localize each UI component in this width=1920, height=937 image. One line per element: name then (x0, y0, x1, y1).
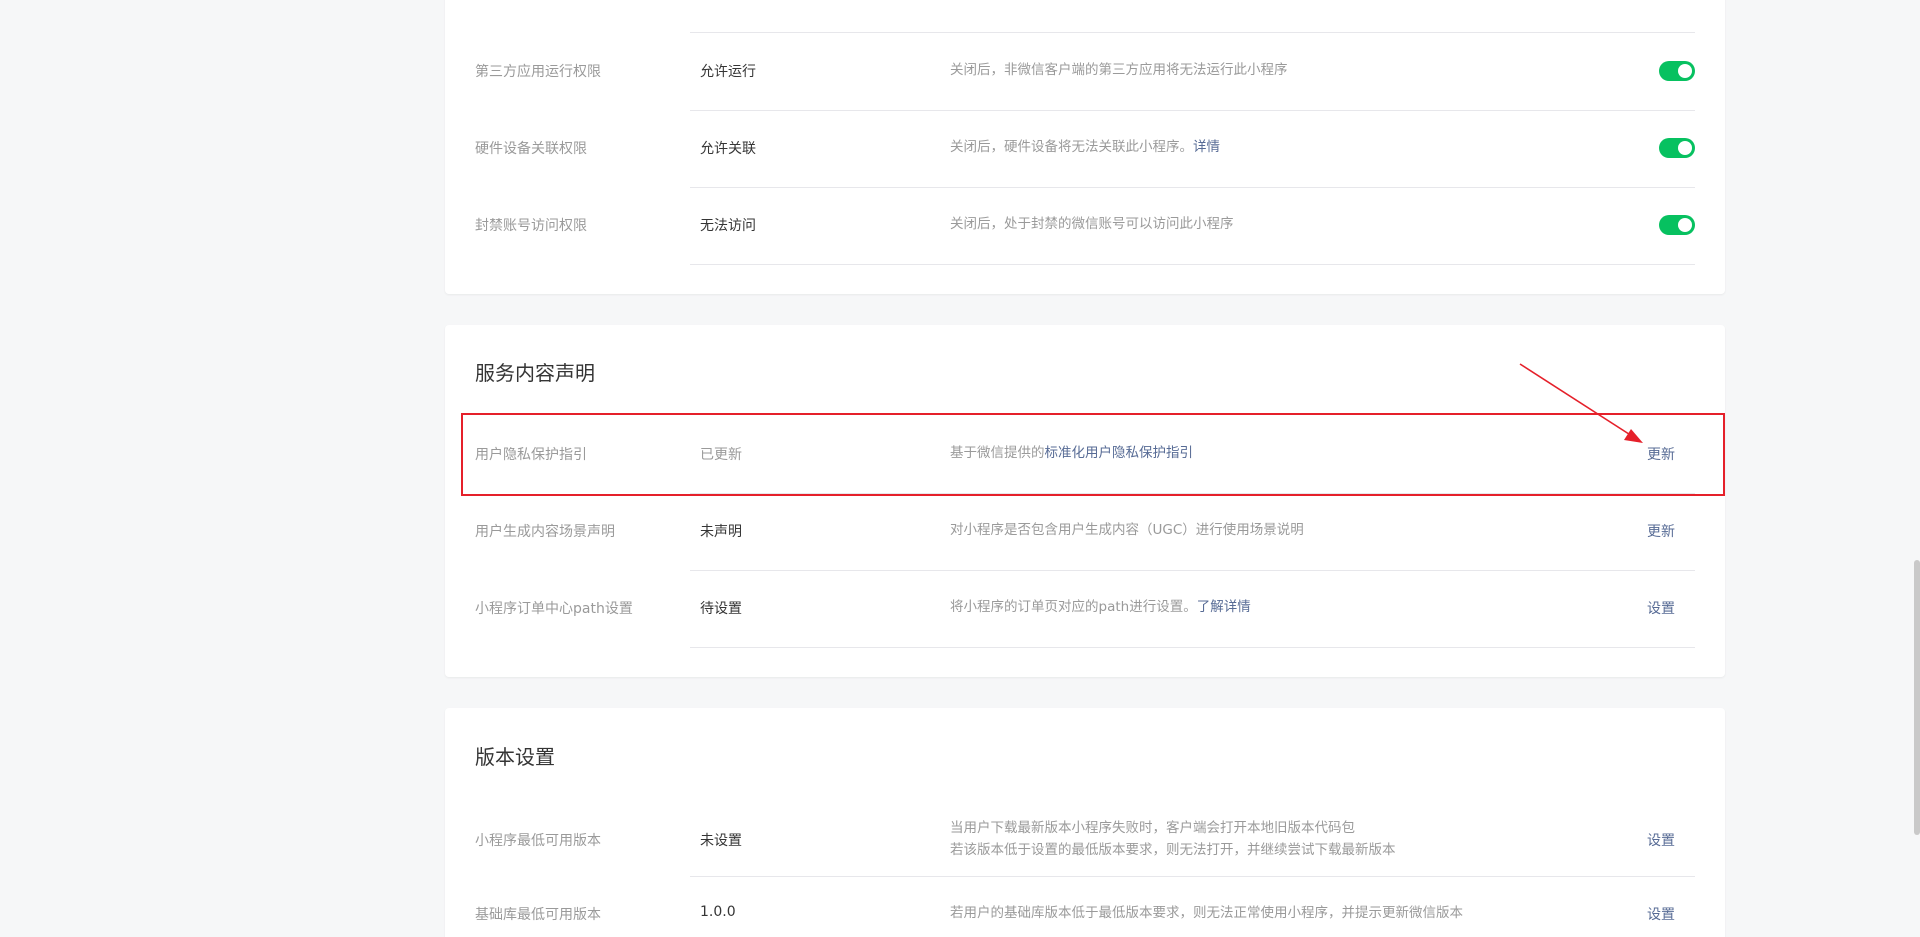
permission-row-third-party: 第三方应用运行权限 允许运行 关闭后，非微信客户端的第三方应用将无法运行此小程序 (445, 32, 1725, 109)
row-value: 待设置 (700, 601, 742, 617)
service-row-order-path: 小程序订单中心path设置 待设置 将小程序的订单页对应的path进行设置。了解… (445, 570, 1725, 647)
learn-more-link[interactable]: 了解详情 (1197, 599, 1251, 615)
row-description: 关闭后，处于封禁的微信账号可以访问此小程序 (950, 213, 1234, 235)
base-library-settings-button[interactable]: 设置 (1647, 904, 1675, 924)
permission-row-hardware: 硬件设备关联权限 允许关联 关闭后，硬件设备将无法关联此小程序。详情 (445, 110, 1725, 187)
row-description-text: 关闭后，处于封禁的微信账号可以访问此小程序 (950, 216, 1234, 232)
row-value: 未设置 (700, 833, 742, 849)
page: 第三方应用运行权限 允许运行 关闭后，非微信客户端的第三方应用将无法运行此小程序… (0, 0, 1920, 937)
row-label: 封禁账号访问权限 (475, 218, 587, 234)
row-value: 允许关联 (700, 141, 756, 157)
version-settings-card: 版本设置 小程序最低可用版本 未设置 当用户下载最新版本小程序失败时，客户端会打… (445, 708, 1725, 937)
privacy-guide-link[interactable]: 标准化用户隐私保护指引 (1045, 445, 1194, 461)
service-row-privacy: 用户隐私保护指引 已更新 基于微信提供的标准化用户隐私保护指引 更新 (445, 415, 1725, 492)
version-row-base-library: 基础库最低可用版本 1.0.0 若用户的基础库版本低于最低版本要求，则无法正常使… (445, 876, 1725, 937)
row-label: 用户生成内容场景声明 (475, 524, 615, 540)
permissions-card: 第三方应用运行权限 允许运行 关闭后，非微信客户端的第三方应用将无法运行此小程序… (445, 0, 1725, 294)
row-divider (690, 264, 1695, 265)
version-row-min-version: 小程序最低可用版本 未设置 当用户下载最新版本小程序失败时，客户端会打开本地旧版… (445, 801, 1725, 885)
row-value: 无法访问 (700, 218, 756, 234)
row-value: 未声明 (700, 524, 742, 540)
row-description-text: 对小程序是否包含用户生成内容（UGC）进行使用场景说明 (950, 522, 1304, 538)
row-value: 1.0.0 (700, 904, 736, 920)
section-title: 服务内容声明 (475, 361, 595, 385)
row-description-line: 当用户下载最新版本小程序失败时，客户端会打开本地旧版本代码包 (950, 820, 1355, 836)
row-description: 当用户下载最新版本小程序失败时，客户端会打开本地旧版本代码包 若该版本低于设置的… (950, 817, 1396, 861)
third-party-run-toggle[interactable] (1659, 61, 1695, 81)
row-description: 关闭后，硬件设备将无法关联此小程序。详情 (950, 136, 1220, 158)
row-description-line: 若该版本低于设置的最低版本要求，则无法打开，并继续尝试下载最新版本 (950, 842, 1396, 858)
min-version-settings-button[interactable]: 设置 (1647, 830, 1675, 850)
row-label: 第三方应用运行权限 (475, 64, 601, 80)
scrollbar-thumb[interactable] (1914, 560, 1920, 835)
row-description: 将小程序的订单页对应的path进行设置。了解详情 (950, 596, 1251, 618)
row-description-text: 若用户的基础库版本低于最低版本要求，则无法正常使用小程序，并提示更新微信版本 (950, 905, 1463, 921)
details-link[interactable]: 详情 (1193, 139, 1220, 155)
row-label: 基础库最低可用版本 (475, 907, 601, 923)
row-description: 基于微信提供的标准化用户隐私保护指引 (950, 442, 1193, 464)
order-path-settings-button[interactable]: 设置 (1647, 598, 1675, 618)
row-description: 若用户的基础库版本低于最低版本要求，则无法正常使用小程序，并提示更新微信版本 (950, 902, 1463, 924)
section-title: 版本设置 (475, 745, 555, 769)
permission-row-banned: 封禁账号访问权限 无法访问 关闭后，处于封禁的微信账号可以访问此小程序 (445, 187, 1725, 264)
row-description: 关闭后，非微信客户端的第三方应用将无法运行此小程序 (950, 59, 1288, 81)
row-label: 硬件设备关联权限 (475, 141, 587, 157)
banned-account-toggle[interactable] (1659, 215, 1695, 235)
row-label: 小程序最低可用版本 (475, 833, 601, 849)
row-divider (690, 647, 1695, 648)
hardware-link-toggle[interactable] (1659, 138, 1695, 158)
row-value: 允许运行 (700, 64, 756, 80)
row-description-text: 将小程序的订单页对应的path进行设置。 (950, 599, 1197, 615)
row-label: 小程序订单中心path设置 (475, 601, 633, 617)
service-row-ugc: 用户生成内容场景声明 未声明 对小程序是否包含用户生成内容（UGC）进行使用场景… (445, 493, 1725, 570)
row-value: 已更新 (700, 447, 742, 463)
row-description-text: 关闭后，硬件设备将无法关联此小程序。 (950, 139, 1193, 155)
privacy-update-button[interactable]: 更新 (1647, 444, 1675, 464)
row-description-text: 关闭后，非微信客户端的第三方应用将无法运行此小程序 (950, 62, 1288, 78)
row-description-text: 基于微信提供的 (950, 445, 1045, 461)
ugc-update-button[interactable]: 更新 (1647, 521, 1675, 541)
row-description: 对小程序是否包含用户生成内容（UGC）进行使用场景说明 (950, 519, 1304, 541)
row-label: 用户隐私保护指引 (475, 447, 587, 463)
service-declaration-card: 服务内容声明 用户隐私保护指引 已更新 基于微信提供的标准化用户隐私保护指引 更… (445, 325, 1725, 677)
